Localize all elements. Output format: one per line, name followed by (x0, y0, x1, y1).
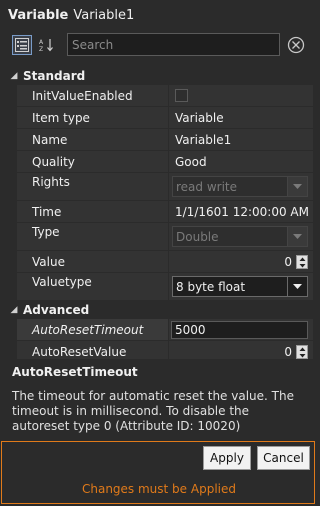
search-input[interactable] (67, 33, 280, 56)
valuetype-select[interactable]: 8 byte float (172, 276, 308, 297)
category-advanced[interactable]: ◢ Advanced (5, 301, 313, 319)
property-row-quality: Quality Good (5, 151, 313, 173)
title-object-name: Variable1 (73, 7, 135, 23)
collapse-triangle-icon[interactable]: ◢ (5, 305, 23, 315)
type-select: Double (172, 226, 308, 247)
spin-buttons-icon[interactable] (296, 345, 308, 359)
rights-select-value: read write (176, 179, 238, 194)
categorized-icon (15, 38, 29, 52)
category-label: Advanced (23, 303, 90, 317)
property-value: Variable (169, 107, 313, 128)
property-row-init-value-enabled: InitValueEnabled (5, 85, 313, 107)
type-select-value: Double (176, 229, 219, 244)
close-circle-icon (287, 36, 305, 54)
property-value: 5000 (169, 319, 313, 340)
collapse-triangle-icon[interactable]: ◢ (5, 71, 23, 81)
property-name: Name (17, 129, 169, 150)
property-value: 1/1/1601 12:00:00 AM (169, 201, 313, 222)
title-bar: Variable Variable1 (0, 0, 317, 30)
cancel-button[interactable]: Cancel (257, 446, 310, 470)
value-stepper[interactable]: 0 (284, 255, 308, 269)
svg-text:Z: Z (39, 46, 43, 53)
clear-search-button[interactable] (286, 35, 306, 55)
svg-text:A: A (39, 39, 44, 46)
valuetype-select-value: 8 byte float (176, 279, 246, 294)
chevron-down-icon (287, 227, 307, 246)
property-row-valuetype: Valuetype 8 byte float (5, 273, 313, 301)
description-panel: AutoResetTimeout The timeout for automat… (0, 359, 317, 441)
title-label: Variable (8, 7, 69, 23)
auto-reset-value-stepper[interactable]: 0 (284, 345, 308, 359)
category-label: Standard (23, 69, 86, 83)
auto-reset-timeout-input[interactable]: 5000 (171, 321, 308, 339)
chevron-down-icon[interactable] (287, 277, 307, 296)
property-row-time: Time 1/1/1601 12:00:00 AM (5, 201, 313, 223)
property-value: read write (169, 173, 313, 200)
property-row-item-type: Item type Variable (5, 107, 313, 129)
property-value: Good (169, 151, 313, 172)
footer-panel: Apply Cancel Changes must be Applied (1, 441, 315, 504)
property-row-name: Name Variable1 (5, 129, 313, 151)
property-name: Item type (17, 107, 169, 128)
unsaved-changes-warning: Changes must be Applied (81, 482, 236, 496)
apply-button[interactable]: Apply (203, 446, 251, 470)
category-standard[interactable]: ◢ Standard (5, 67, 313, 85)
sort-az-icon: A Z (39, 39, 53, 53)
chevron-down-icon (287, 177, 307, 196)
spin-buttons-icon[interactable] (296, 255, 308, 269)
description-text: The timeout for automatic reset the valu… (12, 389, 294, 433)
auto-reset-timeout-value: 5000 (175, 323, 206, 337)
property-name: Value (17, 251, 169, 272)
toolbar: A Z (0, 30, 317, 60)
property-name: Quality (17, 151, 169, 172)
rights-select: read write (172, 176, 308, 197)
property-row-value: Value 0 (5, 251, 313, 273)
property-row-type: Type Double (5, 223, 313, 251)
property-value: 8 byte float (169, 273, 313, 300)
description-title: AutoResetTimeout (12, 365, 138, 379)
property-name: Type (17, 223, 169, 250)
property-value (169, 85, 313, 106)
property-value: Double (169, 223, 313, 250)
property-name: Time (17, 201, 169, 222)
alphabetical-sort-button[interactable]: A Z (36, 35, 56, 55)
property-name: Valuetype (17, 273, 169, 300)
property-name: AutoResetTimeout (17, 319, 169, 340)
property-row-auto-reset-timeout: AutoResetTimeout 5000 (5, 319, 313, 341)
auto-reset-value-number: 0 (284, 345, 292, 359)
value-number: 0 (284, 255, 292, 269)
property-name: InitValueEnabled (17, 85, 169, 106)
categorized-view-button[interactable] (12, 35, 32, 55)
property-row-rights: Rights read write (5, 173, 313, 201)
property-value: Variable1 (169, 129, 313, 150)
property-grid: ◢ Standard InitValueEnabled Item type Va… (5, 67, 313, 363)
init-value-enabled-checkbox[interactable] (175, 89, 188, 102)
property-value: 0 (169, 251, 313, 272)
property-name: Rights (17, 173, 169, 200)
